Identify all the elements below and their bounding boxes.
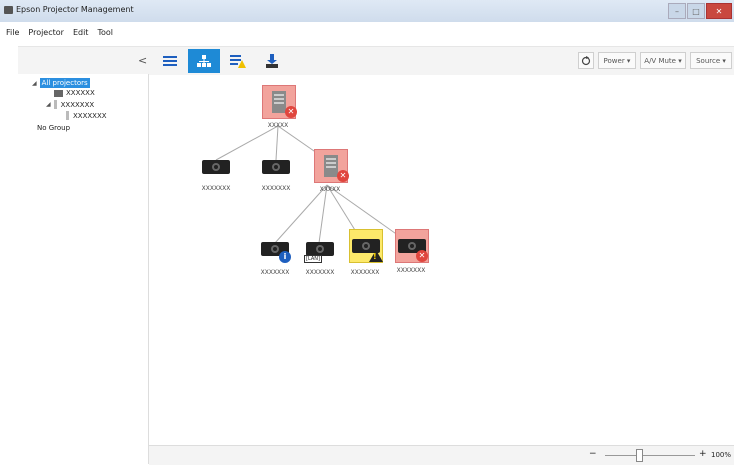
status-bar: − + 100%	[149, 445, 734, 465]
error-icon: ✕	[416, 250, 428, 262]
group-icon	[66, 111, 69, 120]
node-label: XXXXX	[267, 122, 289, 129]
expand-arrow-icon[interactable]: ◢	[46, 101, 51, 108]
node-label: XXXXXXX	[201, 185, 231, 192]
network-node-projector[interactable]	[260, 151, 292, 183]
window-title: Epson Projector Management	[16, 5, 134, 14]
network-node-projector[interactable]	[200, 151, 232, 183]
info-icon: i	[279, 251, 291, 263]
error-icon: ✕	[285, 106, 297, 118]
menu-bar: File Projector Edit Tool	[0, 22, 734, 42]
projector-icon	[202, 160, 230, 174]
alert-view-icon	[230, 55, 246, 68]
topology-view-icon	[197, 55, 211, 67]
download-button[interactable]	[256, 49, 288, 73]
source-dropdown[interactable]: Source ▾	[690, 52, 732, 69]
network-node-server[interactable]: ✕	[314, 149, 349, 183]
menu-tool[interactable]: Tool	[97, 28, 113, 37]
tree-item-all-projectors[interactable]: ◢ All projectors	[32, 78, 90, 88]
network-node-projector[interactable]: !	[349, 229, 383, 263]
refresh-icon	[581, 55, 591, 65]
close-icon[interactable]: ✕	[706, 3, 732, 19]
node-label: XXXXX	[319, 186, 341, 193]
refresh-button[interactable]	[578, 52, 594, 69]
av-mute-dropdown[interactable]: A/V Mute ▾	[640, 52, 686, 69]
tree-item[interactable]: XXXXXXX	[66, 111, 107, 120]
tree-item-label: All projectors	[39, 78, 90, 88]
node-label: XXXXXXX	[261, 185, 291, 192]
topology-view-button[interactable]	[188, 49, 220, 73]
menu-projector[interactable]: Projector	[28, 28, 64, 37]
toolbar: < Power ▾ A/V Mute ▾ Source ▾	[18, 46, 734, 76]
group-icon	[53, 100, 57, 109]
expand-arrow-icon[interactable]: ◢	[32, 80, 37, 87]
network-node-projector[interactable]: i	[259, 233, 291, 265]
window-controls: – □ ✕	[668, 3, 732, 19]
maximize-icon[interactable]: □	[687, 3, 705, 19]
lan-badge: [LAN]	[304, 255, 322, 263]
power-dropdown[interactable]: Power ▾	[598, 52, 636, 69]
alert-view-button[interactable]	[222, 49, 254, 73]
tree-item-label: XXXXXX	[66, 89, 95, 97]
network-node-server[interactable]: ✕	[262, 85, 297, 119]
minimize-icon[interactable]: –	[668, 3, 686, 19]
projector-group-icon	[54, 89, 63, 97]
title-bar: Epson Projector Management – □ ✕	[0, 0, 734, 22]
list-view-button[interactable]	[154, 49, 186, 73]
network-node-projector[interactable]: ✕	[395, 229, 429, 263]
tree-item-label: No Group	[37, 124, 71, 132]
sidebar-tree: ◢ All projectors XXXXXX ◢ XXXXXXX XXXXXX…	[18, 74, 149, 464]
error-icon: ✕	[337, 170, 349, 182]
projector-icon	[262, 160, 290, 174]
zoom-out-button[interactable]: −	[589, 449, 597, 459]
download-icon	[266, 54, 278, 68]
connection-lines	[215, 125, 410, 244]
tree-item[interactable]: ◢ XXXXXXX	[46, 100, 94, 109]
zoom-level: 100%	[711, 451, 732, 459]
tree-item-no-group[interactable]: No Group	[37, 124, 70, 132]
app-icon	[4, 6, 13, 14]
topology-canvas: ✕ XXXXX XXXXXXX XXXXXXX ✕ XXXXX i XXXXXX…	[149, 75, 734, 445]
node-label: XXXXXXX	[396, 267, 426, 274]
zoom-in-button[interactable]: +	[699, 449, 707, 459]
tree-item-label: XXXXXXX	[73, 111, 107, 120]
tree-item[interactable]: XXXXXX	[54, 89, 95, 97]
menu-edit[interactable]: Edit	[73, 28, 89, 37]
zoom-slider-track[interactable]	[605, 455, 695, 456]
list-view-icon	[163, 56, 177, 66]
zoom-slider-handle[interactable]	[636, 449, 643, 462]
menu-file[interactable]: File	[6, 28, 19, 37]
network-node-projector[interactable]: [LAN]	[304, 233, 336, 265]
tree-item-label: XXXXXXX	[60, 100, 95, 109]
collapse-sidebar-button[interactable]: <	[138, 54, 147, 67]
warning-icon: !	[369, 250, 383, 262]
